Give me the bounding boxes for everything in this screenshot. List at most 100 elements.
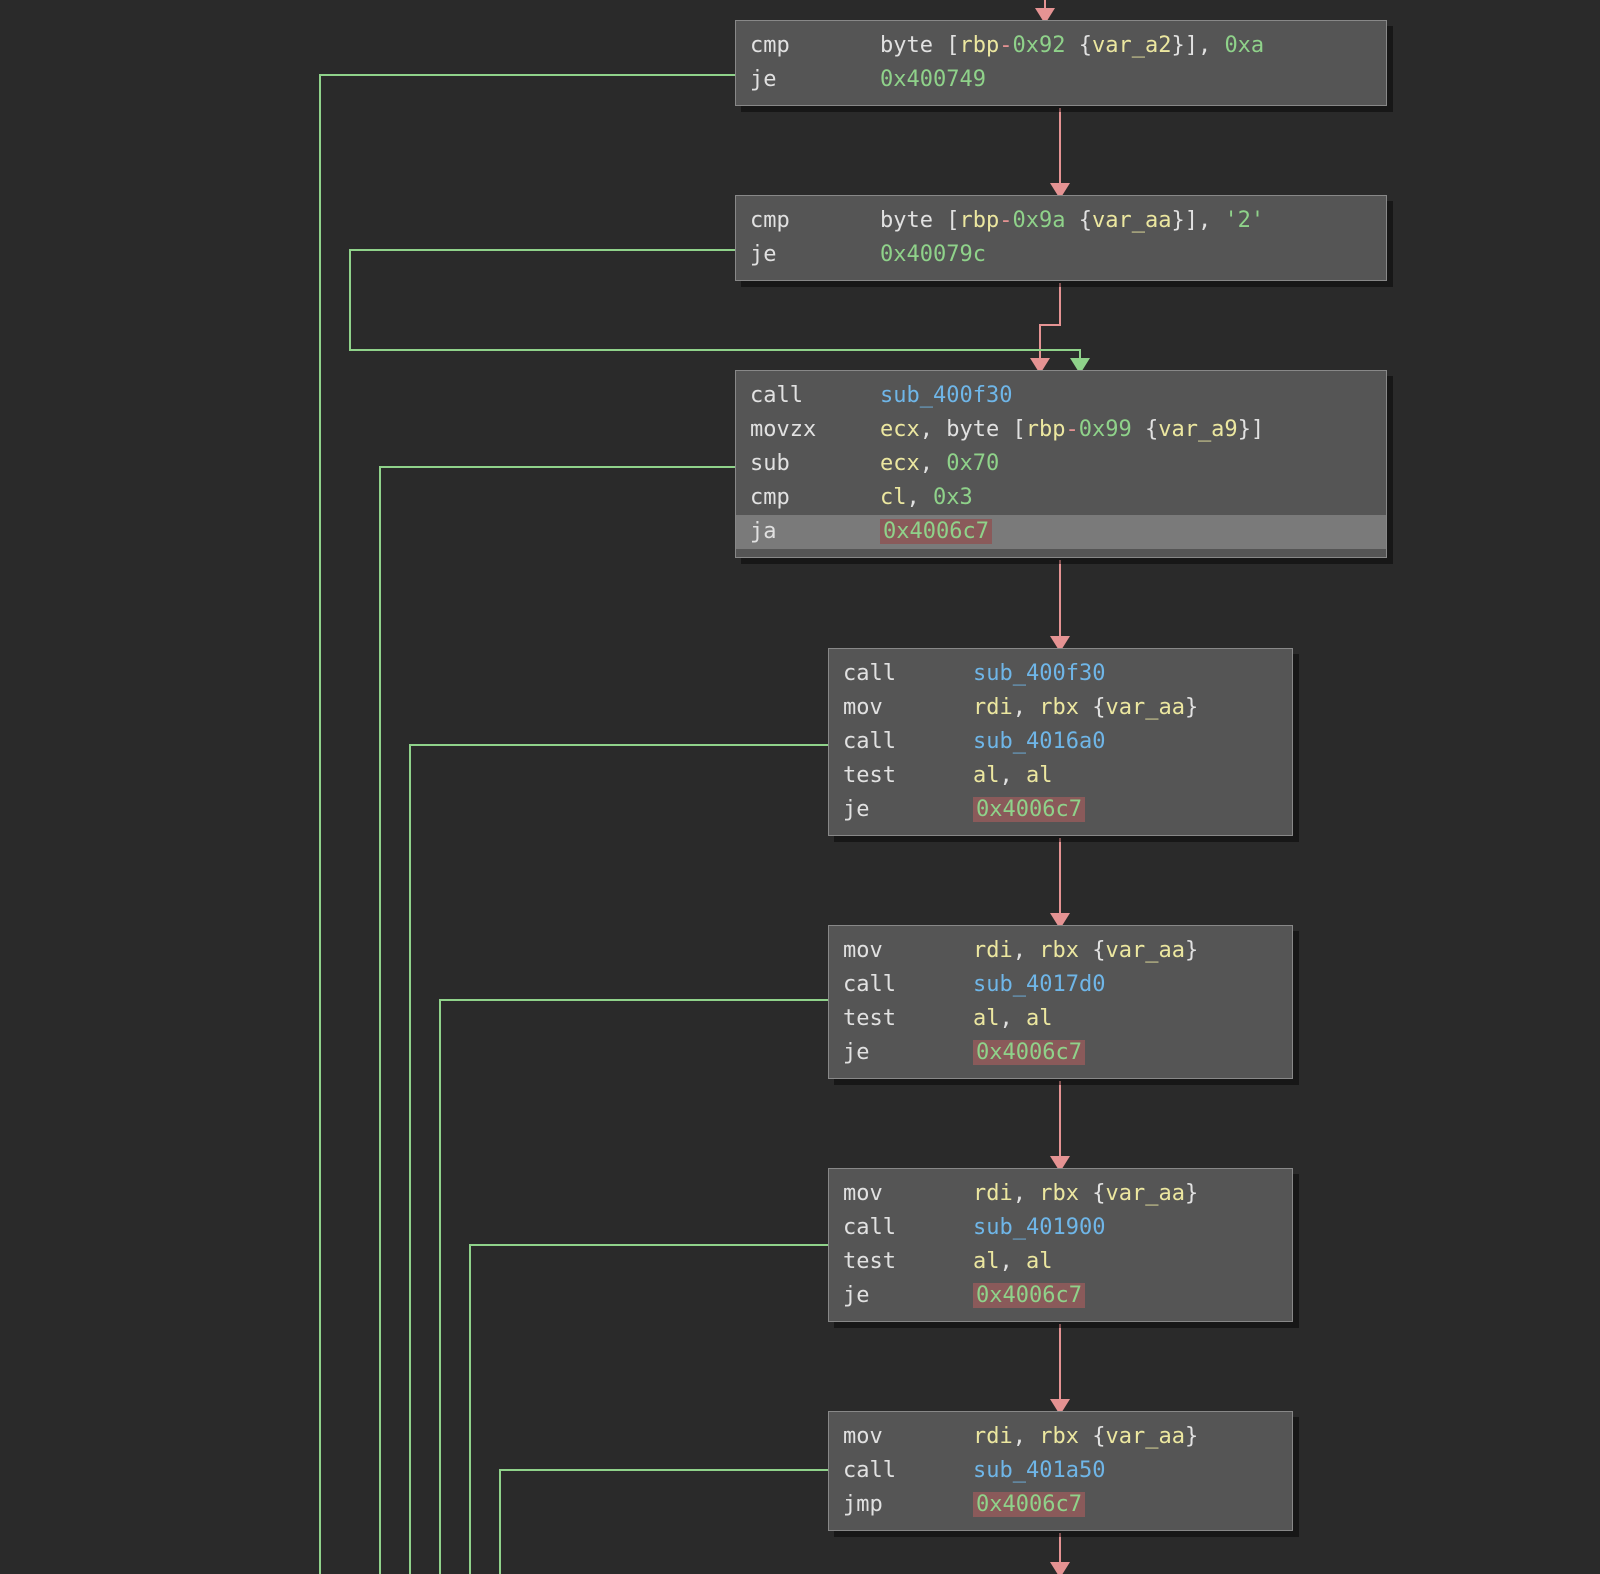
operand-addr[interactable]: 0x4006c7 xyxy=(973,1283,1085,1308)
operand-pl: { xyxy=(1065,208,1092,233)
mnemonic: call xyxy=(843,1211,973,1245)
operand-sub[interactable]: sub_4016a0 xyxy=(973,729,1105,754)
operand-pl: , xyxy=(1013,938,1040,963)
asm-row[interactable]: ja0x4006c7 xyxy=(736,515,1386,549)
asm-row[interactable]: cmpbyte [rbp-0x92 {var_a2}], 0xa xyxy=(750,29,1372,63)
operand-minus: - xyxy=(1065,417,1078,442)
asm-row[interactable]: callsub_400f30 xyxy=(750,379,1372,413)
asm-row[interactable]: cmpbyte [rbp-0x9a {var_aa}], '2' xyxy=(750,204,1372,238)
asm-row[interactable]: je0x4006c7 xyxy=(843,1036,1278,1070)
asm-row[interactable]: callsub_401a50 xyxy=(843,1454,1278,1488)
operand-sub[interactable]: sub_401900 xyxy=(973,1215,1105,1240)
mnemonic: mov xyxy=(843,934,973,968)
asm-row[interactable]: subecx, 0x70 xyxy=(750,447,1372,481)
mnemonic: test xyxy=(843,1245,973,1279)
asm-row[interactable]: movrdi, rbx {var_aa} xyxy=(843,691,1278,725)
operand-sub[interactable]: sub_400f30 xyxy=(973,661,1105,686)
operand-sub[interactable]: sub_401a50 xyxy=(973,1458,1105,1483)
cfg-edge-true xyxy=(380,467,735,1574)
mnemonic: je xyxy=(750,238,880,272)
operand-pl: { xyxy=(1065,33,1092,58)
mnemonic: call xyxy=(843,1454,973,1488)
asm-row[interactable]: callsub_400f30 xyxy=(843,657,1278,691)
operand-num[interactable]: 0xa xyxy=(1224,33,1264,58)
operand-num[interactable]: '2' xyxy=(1224,208,1264,233)
operand-reg: var_aa xyxy=(1106,938,1185,963)
operand-pl: } xyxy=(1185,938,1198,963)
operand-pl: byte [ xyxy=(880,33,959,58)
operand-addr[interactable]: 0x4006c7 xyxy=(973,1492,1085,1517)
mnemonic: movzx xyxy=(750,413,880,447)
asm-row[interactable]: callsub_4017d0 xyxy=(843,968,1278,1002)
asm-row[interactable]: testal, al xyxy=(843,759,1278,793)
operand-reg: rbp xyxy=(959,208,999,233)
operand-num[interactable]: 0x70 xyxy=(946,451,999,476)
operand-pl: }], xyxy=(1171,33,1224,58)
asm-row[interactable]: jmp0x4006c7 xyxy=(843,1488,1278,1522)
operand-sub[interactable]: sub_4017d0 xyxy=(973,972,1105,997)
cfg-block[interactable]: cmpbyte [rbp-0x92 {var_a2}], 0xaje0x4007… xyxy=(735,20,1387,106)
cfg-block[interactable]: movrdi, rbx {var_aa}callsub_401a50jmp0x4… xyxy=(828,1411,1293,1531)
asm-row[interactable]: callsub_401900 xyxy=(843,1211,1278,1245)
operand-sub[interactable]: sub_400f30 xyxy=(880,383,1012,408)
cfg-edge-true xyxy=(470,1245,828,1574)
mnemonic: je xyxy=(843,793,973,827)
operand-num[interactable]: 0x400749 xyxy=(880,67,986,92)
mnemonic: ja xyxy=(750,515,880,549)
asm-row[interactable]: testal, al xyxy=(843,1245,1278,1279)
operand-reg: rdi xyxy=(973,1424,1013,1449)
operand-pl: { xyxy=(1079,695,1106,720)
asm-row[interactable]: movzxecx, byte [rbp-0x99 {var_a9}] xyxy=(750,413,1372,447)
operand-num[interactable]: 0x3 xyxy=(933,485,973,510)
asm-row[interactable]: movrdi, rbx {var_aa} xyxy=(843,1420,1278,1454)
operand-reg: rbx xyxy=(1039,695,1079,720)
operand-num[interactable]: 0x99 xyxy=(1079,417,1132,442)
mnemonic: mov xyxy=(843,1177,973,1211)
operand-num[interactable]: 0x92 xyxy=(1012,33,1065,58)
asm-row[interactable]: testal, al xyxy=(843,1002,1278,1036)
operand-pl: , xyxy=(920,451,947,476)
operand-pl: , xyxy=(1013,695,1040,720)
asm-row[interactable]: je0x4006c7 xyxy=(843,1279,1278,1313)
operand-reg: rbx xyxy=(1039,938,1079,963)
operand-num[interactable]: 0x40079c xyxy=(880,242,986,267)
cfg-edge-true xyxy=(320,75,735,1574)
operand-pl: , byte [ xyxy=(920,417,1026,442)
asm-row[interactable]: movrdi, rbx {var_aa} xyxy=(843,1177,1278,1211)
operand-reg: al xyxy=(973,763,1000,788)
mnemonic: call xyxy=(843,968,973,1002)
mnemonic: test xyxy=(843,1002,973,1036)
operand-pl: , xyxy=(1000,1249,1027,1274)
operand-pl: , xyxy=(1013,1181,1040,1206)
cfg-edge-true xyxy=(410,745,828,1574)
operand-num[interactable]: 0x9a xyxy=(1012,208,1065,233)
mnemonic: cmp xyxy=(750,29,880,63)
operand-addr[interactable]: 0x4006c7 xyxy=(973,1040,1085,1065)
mnemonic: sub xyxy=(750,447,880,481)
mnemonic: cmp xyxy=(750,481,880,515)
operand-reg: al xyxy=(973,1249,1000,1274)
operand-pl: { xyxy=(1132,417,1159,442)
cfg-block[interactable]: movrdi, rbx {var_aa}callsub_401900testal… xyxy=(828,1168,1293,1322)
asm-row[interactable]: movrdi, rbx {var_aa} xyxy=(843,934,1278,968)
asm-row[interactable]: je0x400749 xyxy=(750,63,1372,97)
operand-pl: byte [ xyxy=(880,208,959,233)
operand-reg: ecx xyxy=(880,451,920,476)
asm-row[interactable]: je0x40079c xyxy=(750,238,1372,272)
cfg-block[interactable]: callsub_400f30movrdi, rbx {var_aa}callsu… xyxy=(828,648,1293,836)
asm-row[interactable]: cmpcl, 0x3 xyxy=(750,481,1372,515)
cfg-block[interactable]: movrdi, rbx {var_aa}callsub_4017d0testal… xyxy=(828,925,1293,1079)
asm-row[interactable]: je0x4006c7 xyxy=(843,793,1278,827)
operand-pl: } xyxy=(1185,1424,1198,1449)
operand-reg: var_aa xyxy=(1106,695,1185,720)
asm-row[interactable]: callsub_4016a0 xyxy=(843,725,1278,759)
operand-pl: }] xyxy=(1238,417,1265,442)
operand-addr[interactable]: 0x4006c7 xyxy=(973,797,1085,822)
operand-reg: rbx xyxy=(1039,1424,1079,1449)
operand-reg: rdi xyxy=(973,938,1013,963)
operand-pl: } xyxy=(1185,1181,1198,1206)
cfg-block[interactable]: callsub_400f30movzxecx, byte [rbp-0x99 {… xyxy=(735,370,1387,558)
operand-pl: , xyxy=(1000,1006,1027,1031)
cfg-block[interactable]: cmpbyte [rbp-0x9a {var_aa}], '2'je0x4007… xyxy=(735,195,1387,281)
operand-addr[interactable]: 0x4006c7 xyxy=(880,519,992,544)
